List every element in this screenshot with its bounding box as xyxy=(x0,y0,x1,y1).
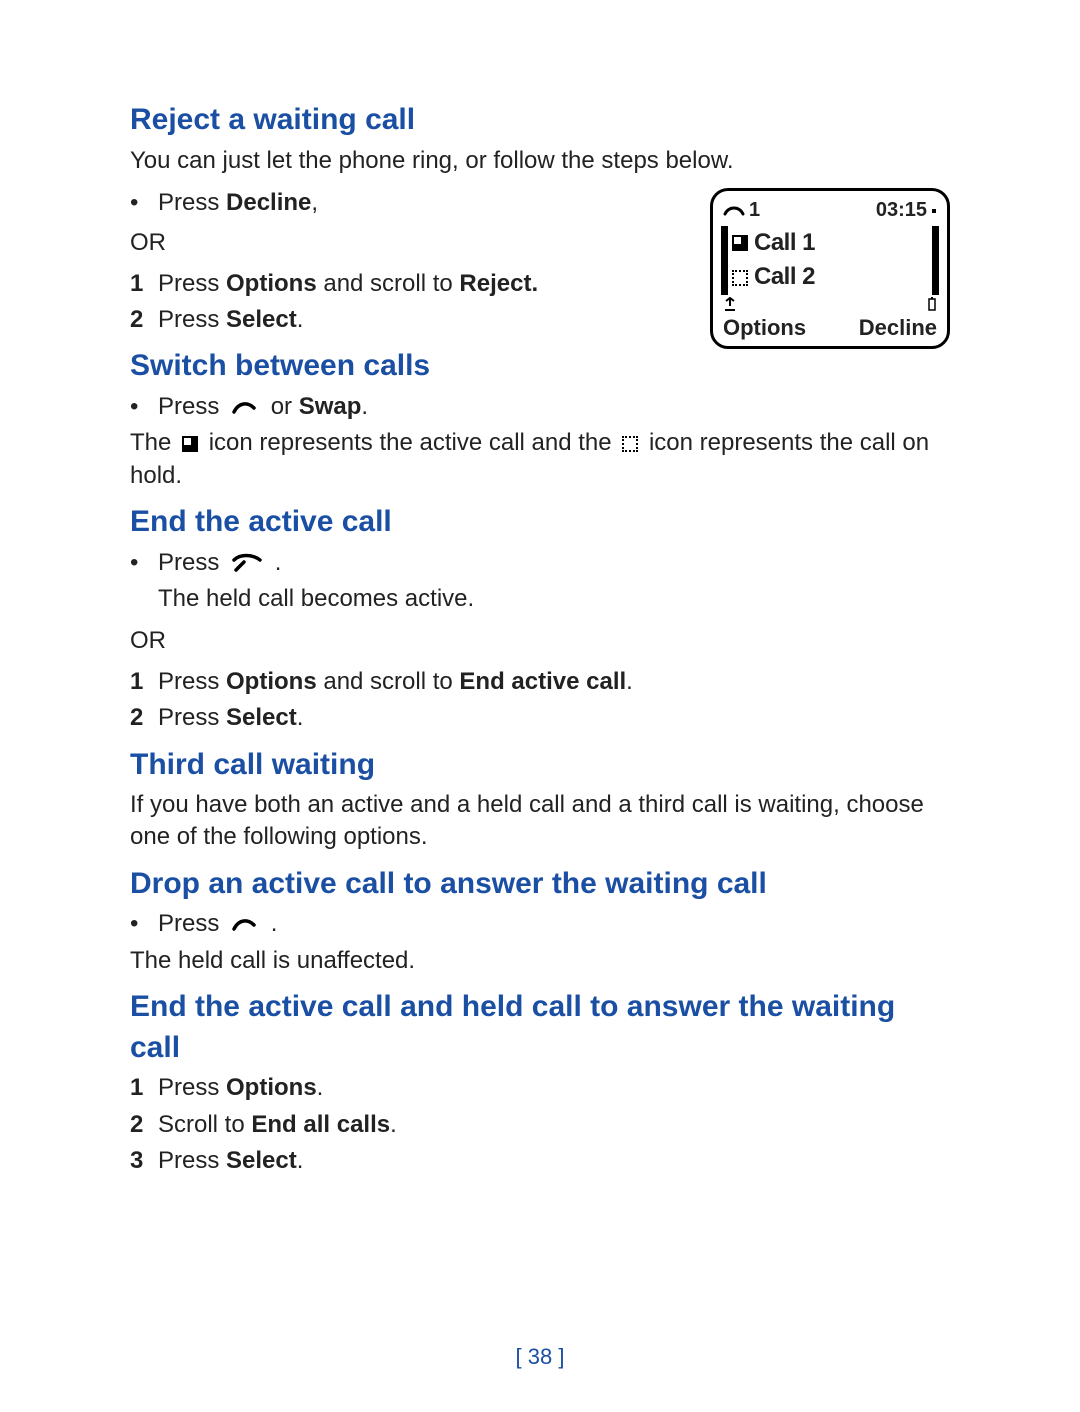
text: . xyxy=(361,393,368,420)
text: Scroll to xyxy=(158,1111,251,1138)
call-1-label: Call 1 xyxy=(754,227,815,259)
step-number: 3 xyxy=(130,1145,158,1177)
text: Press xyxy=(158,910,226,937)
reject-label: Reject. xyxy=(459,270,538,297)
bullet-icon: • xyxy=(130,395,158,419)
send-key-icon xyxy=(230,915,260,935)
text: Press xyxy=(158,1074,226,1101)
text: . xyxy=(626,668,633,695)
select-label: Select xyxy=(226,306,297,333)
switch-bullet-1: • Press or Swap. xyxy=(130,391,950,423)
text: . xyxy=(297,704,304,731)
options-label: Options xyxy=(226,1074,317,1101)
end-active-result: The held call becomes active. xyxy=(158,583,950,615)
phone-screen-figure: 1 03:15 Call 1 Call 2 xyxy=(710,188,950,349)
heading-third: Third call waiting xyxy=(130,745,950,786)
text: Press xyxy=(158,393,226,420)
call-line-2: Call 2 xyxy=(728,260,932,294)
reject-step-1: 1 Press Options and scroll to Reject. xyxy=(130,268,550,300)
call-2-label: Call 2 xyxy=(754,261,815,293)
reject-step-2: 2 Press Select. xyxy=(130,304,550,336)
select-label: Select xyxy=(226,704,297,731)
decline-label: Decline xyxy=(226,189,311,216)
text: and scroll to xyxy=(317,270,460,297)
battery-icon xyxy=(927,297,937,311)
reject-bullet-1: • Press Decline, xyxy=(130,187,550,219)
step-number: 1 xyxy=(130,666,158,698)
bullet-icon: • xyxy=(130,551,158,575)
text: Press xyxy=(158,549,226,576)
text: Press xyxy=(158,189,226,216)
step-number: 1 xyxy=(130,268,158,300)
end-active-call-label: End active call xyxy=(459,668,626,695)
text: . xyxy=(297,1147,304,1174)
options-label: Options xyxy=(226,270,317,297)
text: . xyxy=(317,1074,324,1101)
text: The xyxy=(130,429,178,456)
text: icon represents the active call and the xyxy=(202,429,618,456)
options-label: Options xyxy=(226,668,317,695)
step-number: 2 xyxy=(130,304,158,336)
heading-drop: Drop an active call to answer the waitin… xyxy=(130,864,950,905)
handset-icon xyxy=(723,204,745,218)
top-count: 1 xyxy=(749,197,760,224)
switch-desc: The icon represents the active call and … xyxy=(130,427,950,492)
third-intro: If you have both an active and a held ca… xyxy=(130,789,950,854)
softkey-left: Options xyxy=(723,313,806,343)
softkey-right: Decline xyxy=(859,313,937,343)
heading-end-all: End the active call and held call to ans… xyxy=(130,987,950,1068)
end-key-icon xyxy=(230,552,264,574)
end-active-step-2: 2 Press Select. xyxy=(130,702,950,734)
held-call-icon xyxy=(622,436,638,452)
or-label: OR xyxy=(130,625,950,657)
text: Press xyxy=(158,668,226,695)
text: Press xyxy=(158,704,226,731)
text: Press xyxy=(158,1147,226,1174)
text: Press xyxy=(158,270,226,297)
heading-reject: Reject a waiting call xyxy=(130,100,950,141)
step-number: 1 xyxy=(130,1072,158,1104)
active-call-icon xyxy=(182,436,198,452)
held-call-icon xyxy=(732,270,748,286)
manual-page: Reject a waiting call You can just let t… xyxy=(0,0,1080,1412)
dot-icon xyxy=(931,208,937,214)
or-label: OR xyxy=(130,227,550,259)
select-label: Select xyxy=(226,1147,297,1174)
text: or xyxy=(271,393,299,420)
send-key-icon xyxy=(230,398,260,418)
text: , xyxy=(311,189,318,216)
drop-result: The held call is unaffected. xyxy=(130,945,950,977)
end-all-step-3: 3 Press Select. xyxy=(130,1145,950,1177)
text: . xyxy=(275,549,282,576)
signal-icon xyxy=(723,297,737,311)
end-all-step-2: 2 Scroll to End all calls. xyxy=(130,1109,950,1141)
text: Press xyxy=(158,306,226,333)
page-number: [ 38 ] xyxy=(0,1342,1080,1372)
text: and scroll to xyxy=(317,668,460,695)
reject-intro: You can just let the phone ring, or foll… xyxy=(130,145,950,177)
text: . xyxy=(390,1111,397,1138)
bullet-icon: • xyxy=(130,191,158,215)
heading-end-active: End the active call xyxy=(130,502,950,543)
swap-label: Swap xyxy=(299,393,362,420)
step-number: 2 xyxy=(130,702,158,734)
bullet-icon: • xyxy=(130,912,158,936)
heading-switch: Switch between calls xyxy=(130,346,950,387)
step-number: 2 xyxy=(130,1109,158,1141)
text: . xyxy=(297,306,304,333)
drop-bullet-1: • Press . xyxy=(130,908,950,940)
active-call-icon xyxy=(732,235,748,251)
call-line-1: Call 1 xyxy=(728,226,932,260)
end-all-step-1: 1 Press Options. xyxy=(130,1072,950,1104)
clock-label: 03:15 xyxy=(876,197,927,224)
text: . xyxy=(271,910,278,937)
end-all-calls-label: End all calls xyxy=(251,1111,390,1138)
end-active-bullet-1: • Press . xyxy=(130,547,950,579)
end-active-step-1: 1 Press Options and scroll to End active… xyxy=(130,666,950,698)
